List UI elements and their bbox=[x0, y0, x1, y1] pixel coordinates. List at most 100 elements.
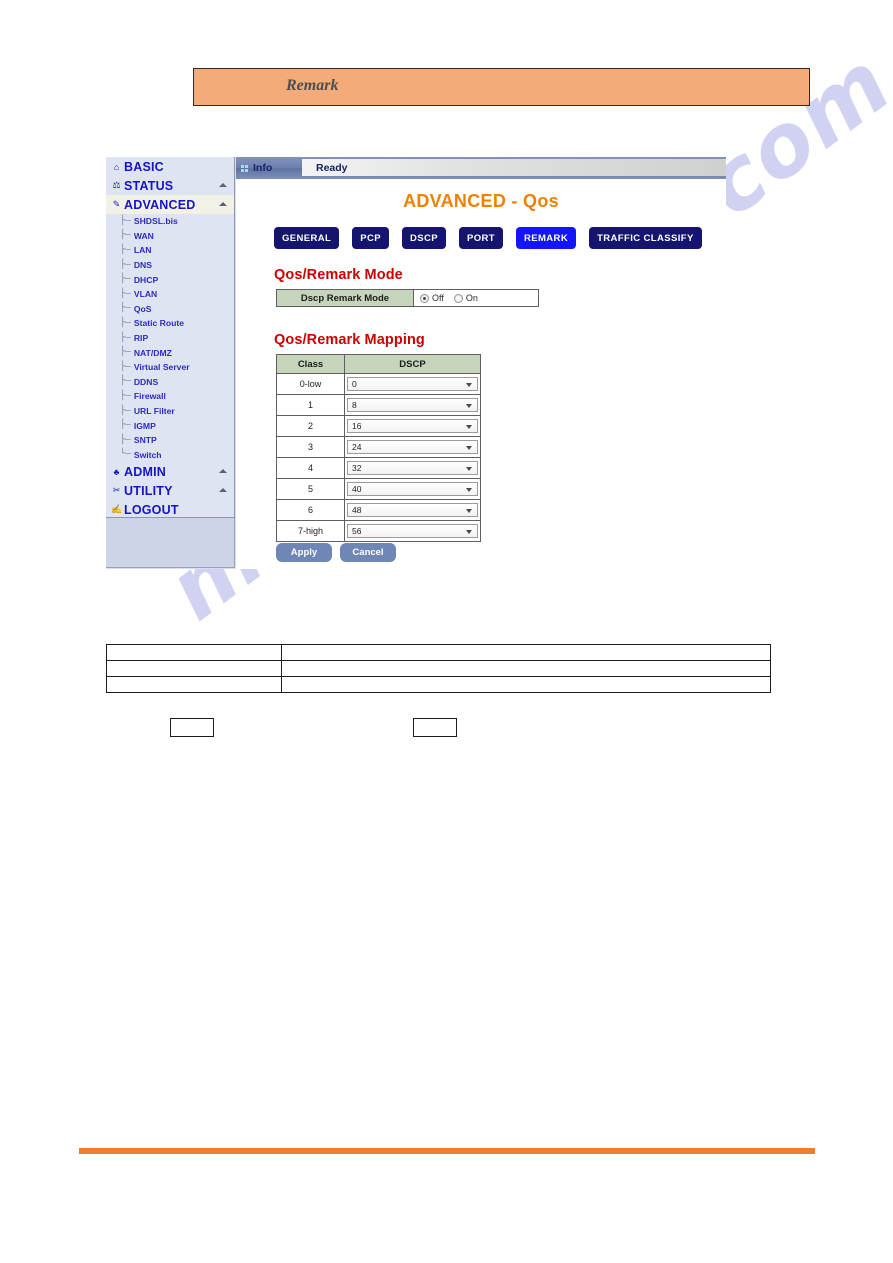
dscp-select-value: 56 bbox=[352, 526, 362, 536]
tab-dscp[interactable]: DSCP bbox=[401, 227, 446, 249]
content-panel: Info Ready ADVANCED - Qos GENERAL PCP DSCP… bbox=[236, 157, 726, 569]
table-row bbox=[106, 676, 771, 693]
class-cell: 4 bbox=[276, 457, 345, 479]
sidebar-item-vlan[interactable]: ├– VLAN bbox=[106, 287, 234, 302]
tab-general[interactable]: GENERAL bbox=[274, 227, 340, 249]
tree-branch-icon: ├– bbox=[120, 244, 131, 255]
chevron-down-icon[interactable] bbox=[466, 383, 472, 387]
dscp-select-class-2[interactable]: 16 bbox=[347, 419, 478, 433]
tree-branch-icon: ├– bbox=[120, 230, 131, 241]
sidebar-item-logout[interactable]: ✍ LOGOUT bbox=[106, 500, 234, 519]
dscp-select-class-0-low[interactable]: 0 bbox=[347, 377, 478, 391]
sidebar-item-label: BASIC bbox=[124, 159, 164, 174]
radio-button-icon[interactable] bbox=[420, 293, 429, 303]
sidebar-item-shdsl-bis[interactable]: ├– SHDSL.bis bbox=[106, 214, 234, 229]
sidebar-item-switch[interactable]: └– Switch bbox=[106, 448, 234, 463]
sidebar-item-label: SNTP bbox=[133, 435, 157, 446]
sidebar-item-label: Firewall bbox=[133, 391, 166, 402]
status-text: Ready bbox=[316, 161, 348, 174]
pencil-icon: ✎ bbox=[112, 199, 121, 209]
radio-button-icon[interactable] bbox=[453, 293, 463, 303]
sidebar-item-igmp[interactable]: ├– IGMP bbox=[106, 418, 234, 433]
dscp-select-class-6[interactable]: 48 bbox=[347, 503, 478, 517]
dscp-select-class-4[interactable]: 32 bbox=[347, 461, 478, 475]
chevron-down-icon[interactable] bbox=[466, 530, 472, 534]
chevron-up-icon[interactable] bbox=[219, 488, 227, 493]
sidebar-item-label: Switch bbox=[133, 449, 162, 460]
sidebar-item-wan[interactable]: ├– WAN bbox=[106, 229, 234, 244]
chevron-down-icon[interactable] bbox=[466, 467, 472, 471]
dscp-select-value: 32 bbox=[352, 463, 362, 473]
tree-branch-icon: ├– bbox=[120, 303, 131, 314]
class-cell: 6 bbox=[276, 499, 345, 521]
sidebar-item-rip[interactable]: ├– RIP bbox=[106, 331, 234, 346]
dscp-select-value: 24 bbox=[352, 442, 362, 452]
description-value-cell bbox=[281, 676, 771, 693]
mini-box-left bbox=[170, 718, 214, 737]
sidebar-item-label: QoS bbox=[133, 303, 152, 314]
class-cell: 3 bbox=[276, 436, 345, 458]
radio-option-on[interactable]: On bbox=[453, 293, 478, 303]
dscp-cell: 32 bbox=[344, 457, 481, 479]
tab-traffic-classify[interactable]: TRAFFIC CLASSIFY bbox=[589, 227, 702, 249]
gauge-icon: ⚖ bbox=[112, 180, 121, 190]
class-cell: 2 bbox=[276, 415, 345, 437]
dscp-select-value: 0 bbox=[352, 379, 357, 389]
chevron-down-icon[interactable] bbox=[466, 509, 472, 513]
dscp-select-class-7-high[interactable]: 56 bbox=[347, 524, 478, 538]
sidebar-item-label: URL Filter bbox=[133, 406, 175, 417]
cancel-button[interactable]: Cancel bbox=[340, 543, 396, 562]
chevron-down-icon[interactable] bbox=[466, 446, 472, 450]
dscp-select-class-1[interactable]: 8 bbox=[347, 398, 478, 412]
dscp-remark-mode-radio-group[interactable]: Off On bbox=[420, 293, 538, 303]
table-row: 7-high 56 bbox=[276, 520, 481, 542]
chevron-down-icon[interactable] bbox=[466, 488, 472, 492]
sidebar-item-label: NAT/DMZ bbox=[133, 347, 172, 358]
sidebar-item-basic[interactable]: ⌂ BASIC bbox=[106, 157, 234, 176]
sidebar-item-utility[interactable]: ✂ UTILITY bbox=[106, 481, 234, 500]
radio-option-off[interactable]: Off bbox=[420, 293, 444, 303]
sidebar-item-ddns[interactable]: ├– DDNS bbox=[106, 375, 234, 390]
dscp-cell: 16 bbox=[344, 415, 481, 437]
sidebar-item-qos[interactable]: ├– QoS bbox=[106, 302, 234, 317]
sidebar-item-firewall[interactable]: ├– Firewall bbox=[106, 389, 234, 404]
sidebar-item-sntp[interactable]: ├– SNTP bbox=[106, 433, 234, 448]
dscp-select-value: 48 bbox=[352, 505, 362, 515]
chevron-up-icon[interactable] bbox=[219, 202, 227, 206]
sidebar-item-virtual-server[interactable]: ├– Virtual Server bbox=[106, 360, 234, 375]
sidebar-item-dns[interactable]: ├– DNS bbox=[106, 258, 234, 273]
apply-button[interactable]: Apply bbox=[276, 543, 332, 562]
sidebar-item-url-filter[interactable]: ├– URL Filter bbox=[106, 404, 234, 419]
dscp-select-class-3[interactable]: 24 bbox=[347, 440, 478, 454]
sidebar-item-dhcp[interactable]: ├– DHCP bbox=[106, 272, 234, 287]
sidebar-item-label: LAN bbox=[133, 245, 152, 256]
chevron-up-icon[interactable] bbox=[219, 469, 227, 474]
table-row: 5 40 bbox=[276, 478, 481, 500]
dscp-cell: 56 bbox=[344, 520, 481, 542]
sidebar-item-static-route[interactable]: ├– Static Route bbox=[106, 316, 234, 331]
info-label: Info bbox=[253, 162, 273, 174]
sidebar-item-nat-dmz[interactable]: ├– NAT/DMZ bbox=[106, 345, 234, 360]
chevron-down-icon[interactable] bbox=[466, 425, 472, 429]
remark-banner-label: Remark bbox=[286, 77, 339, 94]
tab-pcp[interactable]: PCP bbox=[352, 227, 389, 249]
dscp-select-class-5[interactable]: 40 bbox=[347, 482, 478, 496]
chevron-up-icon[interactable] bbox=[219, 183, 227, 187]
description-table bbox=[106, 644, 771, 693]
table-row: 2 16 bbox=[276, 415, 481, 437]
description-value-cell bbox=[281, 660, 771, 677]
tab-port[interactable]: PORT bbox=[458, 227, 503, 249]
chevron-down-icon[interactable] bbox=[466, 404, 472, 408]
sidebar-item-label: SHDSL.bis bbox=[133, 216, 178, 227]
tab-remark[interactable]: REMARK bbox=[515, 227, 577, 249]
sidebar-item-status[interactable]: ⚖ STATUS bbox=[106, 176, 234, 195]
sidebar-item-admin[interactable]: ♣ ADMIN bbox=[106, 462, 234, 481]
dscp-remark-mode-value: Off On bbox=[413, 289, 539, 307]
status-field: Ready bbox=[302, 159, 726, 176]
sidebar-item-lan[interactable]: ├– LAN bbox=[106, 243, 234, 258]
grid-dots-icon bbox=[241, 164, 248, 172]
radio-option-label: On bbox=[465, 293, 478, 303]
sidebar-item-label: STATUS bbox=[124, 178, 174, 193]
sidebar-item-advanced[interactable]: ✎ ADVANCED bbox=[106, 195, 234, 214]
table-row: 6 48 bbox=[276, 499, 481, 521]
